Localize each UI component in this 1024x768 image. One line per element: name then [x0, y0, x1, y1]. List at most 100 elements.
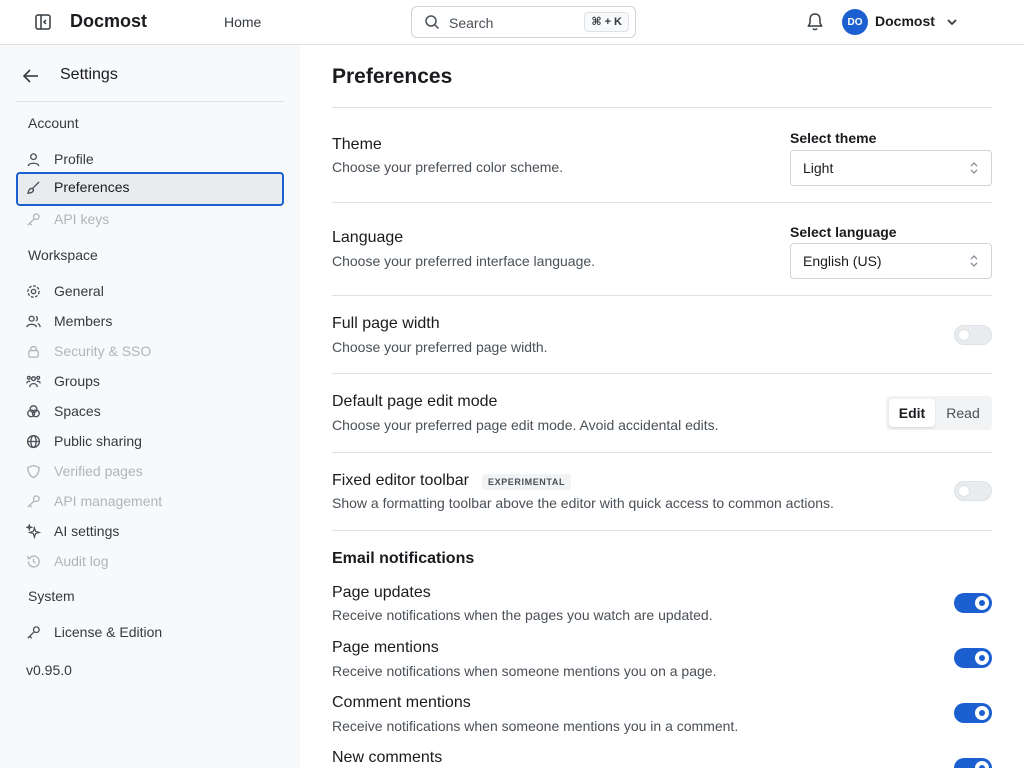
sidebar-item-label: Security & SSO — [54, 343, 152, 359]
page-updates-toggle[interactable] — [954, 593, 992, 613]
sidebar-item-spaces[interactable]: Spaces — [16, 396, 284, 426]
bell-icon[interactable] — [806, 12, 824, 32]
theme-desc: Choose your preferred color scheme. — [332, 159, 564, 175]
comment-mentions-desc: Receive notifications when someone menti… — [332, 718, 739, 734]
sidebar-item-label: API management — [54, 493, 163, 509]
sidebar-item-label: API keys — [54, 211, 110, 227]
divider — [332, 202, 992, 203]
full-width-toggle[interactable] — [954, 325, 992, 345]
search-placeholder: Search — [449, 15, 494, 31]
sidebar-item-ai-settings[interactable]: AI settings — [16, 516, 284, 546]
language-select-label: Select language — [790, 224, 897, 240]
sidebar-item-api-management[interactable]: API management — [16, 486, 284, 516]
email-notifications-title: Email notifications — [332, 550, 475, 567]
groups-icon — [26, 375, 41, 388]
brand-logo[interactable]: Docmost — [70, 11, 147, 32]
sidebar-item-label: Groups — [54, 373, 100, 389]
language-select[interactable]: English (US) — [790, 243, 992, 279]
full-width-desc: Choose your preferred page width. — [332, 339, 548, 355]
language-title: Language — [332, 229, 404, 246]
theme-select[interactable]: Light — [790, 150, 992, 186]
page-updates-desc: Receive notifications when the pages you… — [332, 607, 713, 623]
theme-title: Theme — [332, 136, 382, 153]
selector-icon — [970, 255, 978, 267]
edit-mode-option-read[interactable]: Read — [938, 399, 988, 427]
arrow-left-icon[interactable] — [22, 67, 40, 85]
sidebar-item-label: AI settings — [54, 523, 120, 539]
divider — [332, 295, 992, 296]
sidebar-item-general[interactable]: General — [16, 276, 284, 306]
sidebar-item-groups[interactable]: Groups — [16, 366, 284, 396]
sidebar-item-label: General — [54, 283, 104, 299]
sparkles-icon — [26, 524, 41, 539]
sidebar-item-label: Verified pages — [54, 463, 143, 479]
sidebar-item-api-keys[interactable]: API keys — [16, 204, 284, 234]
new-comments-title: New comments — [332, 749, 443, 766]
top-header: Docmost Home Search ⌘ + K DO Docmost — [0, 0, 1024, 45]
page-mentions-toggle[interactable] — [954, 648, 992, 668]
edit-mode-option-edit[interactable]: Edit — [889, 399, 935, 427]
language-desc: Choose your preferred interface language… — [332, 253, 596, 269]
experimental-badge: EXPERIMENTAL — [482, 474, 572, 490]
language-select-value: English (US) — [803, 253, 882, 269]
section-account: Account — [28, 115, 79, 131]
user-icon — [27, 153, 40, 167]
sidebar-item-label: Members — [54, 313, 113, 329]
toggle-knob — [958, 485, 970, 497]
preferences-panel: Preferences Theme Choose your preferred … — [300, 45, 1024, 768]
theme-select-label: Select theme — [790, 130, 877, 146]
sidebar-item-label: Profile — [54, 151, 94, 167]
sidebar-item-security[interactable]: Security & SSO — [16, 336, 284, 366]
sidebar-toggle-button[interactable] — [33, 12, 53, 32]
divider — [332, 452, 992, 453]
full-width-title: Full page width — [332, 315, 440, 332]
section-workspace: Workspace — [28, 247, 98, 263]
history-icon — [27, 555, 40, 568]
sidebar-item-audit-log[interactable]: Audit log — [16, 546, 284, 576]
divider — [332, 530, 992, 531]
edit-mode-desc: Choose your preferred page edit mode. Av… — [332, 417, 719, 433]
home-link[interactable]: Home — [224, 14, 261, 30]
sidebar-item-license[interactable]: License & Edition — [16, 617, 284, 647]
key-icon — [27, 213, 40, 226]
search-input[interactable]: Search ⌘ + K — [411, 6, 636, 38]
users-icon — [26, 315, 41, 328]
sidebar-item-label: Spaces — [54, 403, 101, 419]
globe-icon — [26, 434, 41, 449]
user-name[interactable]: Docmost — [875, 13, 935, 29]
page-title: Preferences — [332, 65, 453, 88]
sidebar-item-label: Preferences — [54, 179, 130, 195]
chevron-down-icon[interactable] — [946, 16, 958, 28]
sidebar-title: Settings — [60, 66, 118, 83]
key-icon — [27, 626, 40, 639]
sidebar-item-profile[interactable]: Profile — [16, 144, 284, 174]
brush-icon — [26, 181, 40, 194]
section-system: System — [28, 588, 75, 604]
sidebar-item-label: Audit log — [54, 553, 109, 569]
toolbar-toggle[interactable] — [954, 481, 992, 501]
sidebar-item-public-sharing[interactable]: Public sharing — [16, 426, 284, 456]
divider — [332, 107, 992, 108]
comment-mentions-toggle[interactable] — [954, 703, 992, 723]
search-shortcut: ⌘ + K — [584, 12, 629, 32]
sidebar-item-members[interactable]: Members — [16, 306, 284, 336]
new-comments-toggle[interactable] — [954, 758, 992, 768]
gear-icon — [27, 285, 40, 298]
toggle-knob — [958, 329, 970, 341]
sidebar-item-label: License & Edition — [54, 624, 163, 640]
toggle-knob — [975, 761, 989, 768]
lock-icon — [28, 345, 39, 358]
page-updates-title: Page updates — [332, 584, 431, 601]
selector-icon — [970, 162, 978, 174]
sidebar-item-label: Public sharing — [54, 433, 142, 449]
avatar[interactable]: DO — [842, 9, 868, 35]
sidebar-item-preferences[interactable]: Preferences — [16, 172, 284, 206]
settings-sidebar: Settings Account Profile Preferences API… — [0, 45, 300, 768]
page-mentions-desc: Receive notifications when someone menti… — [332, 663, 717, 679]
sidebar-item-verified-pages[interactable]: Verified pages — [16, 456, 284, 486]
toolbar-title: Fixed editor toolbar — [332, 472, 469, 489]
toggle-knob — [975, 596, 989, 610]
divider — [332, 373, 992, 374]
sidebar-divider — [16, 101, 284, 102]
key-icon — [27, 495, 40, 508]
